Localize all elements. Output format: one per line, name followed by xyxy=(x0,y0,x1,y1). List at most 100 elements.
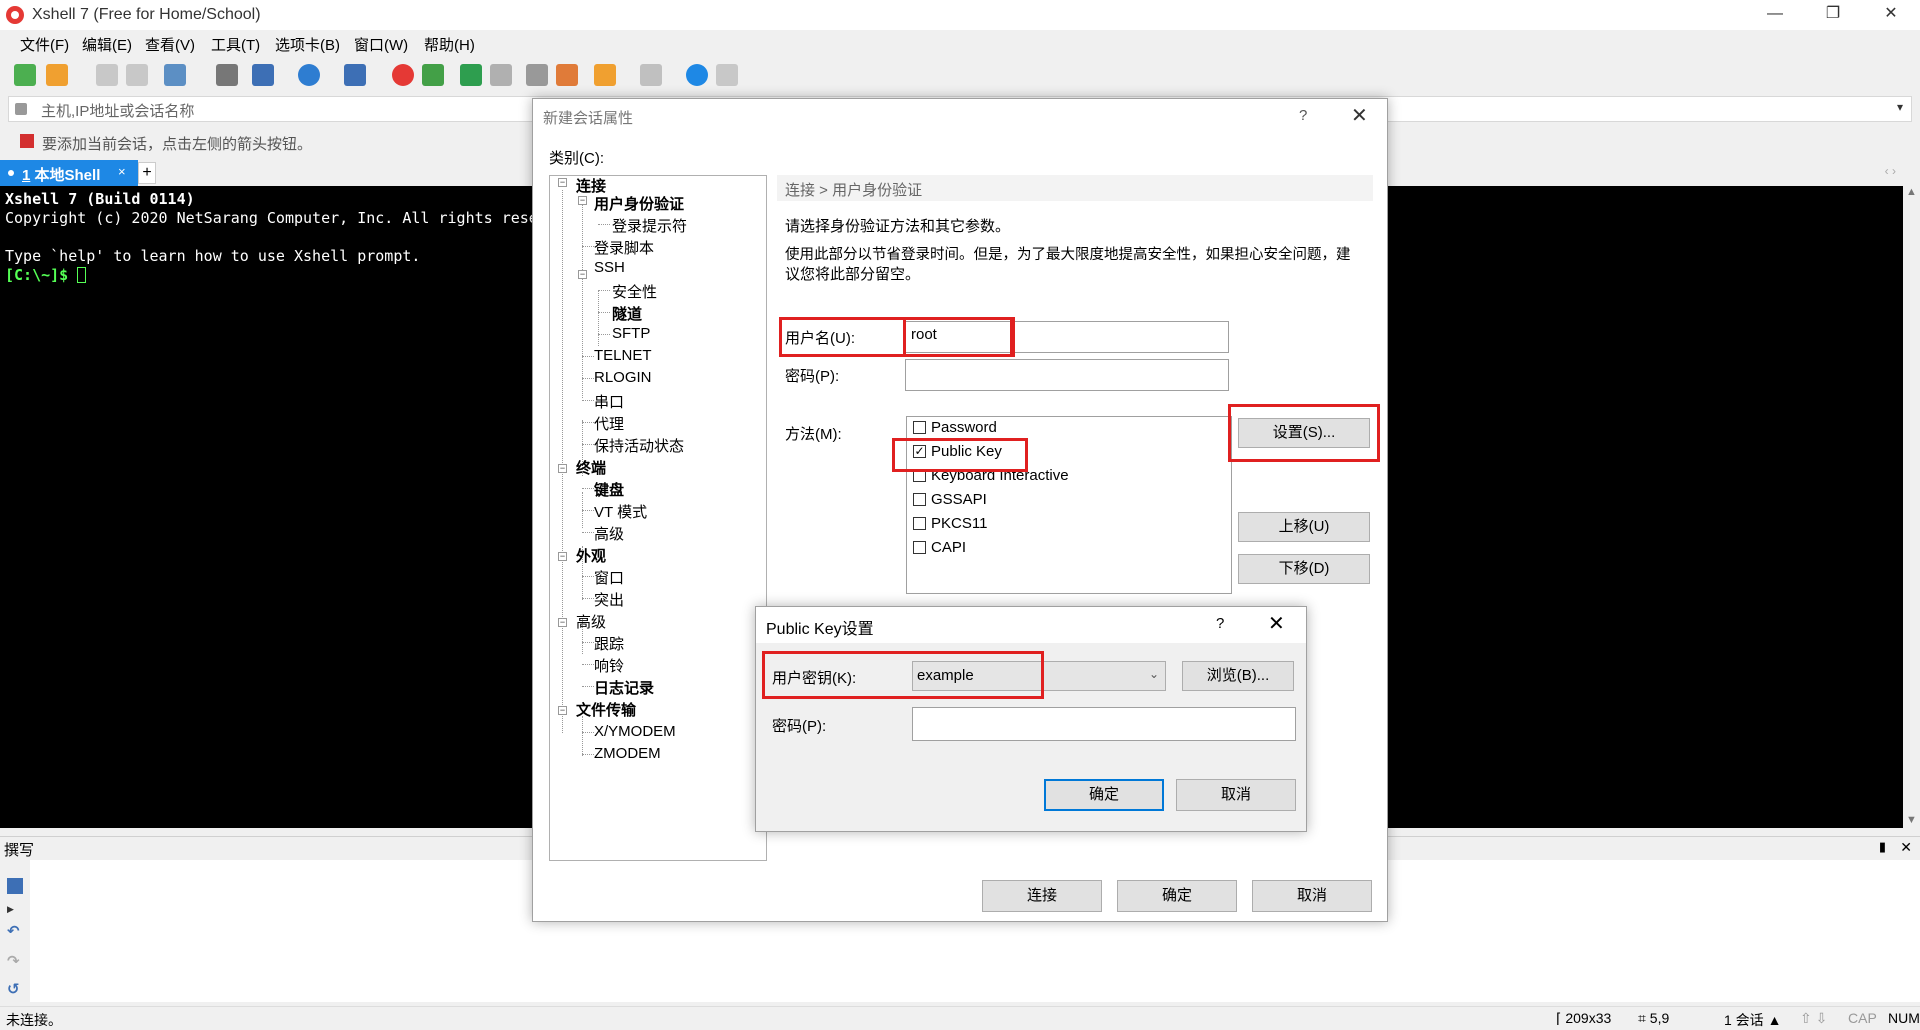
xftp-icon[interactable] xyxy=(422,64,444,86)
menu-edit[interactable]: 编辑(E) xyxy=(82,34,132,55)
open-folder-icon[interactable] xyxy=(46,64,68,86)
tree-item-telnet[interactable]: TELNET xyxy=(594,347,652,364)
tree-item-window[interactable]: 窗口 xyxy=(594,567,624,588)
menu-tabs[interactable]: 选项卡(B) xyxy=(275,34,340,55)
move-down-button[interactable]: 下移(D) xyxy=(1238,554,1370,584)
method-pkcs11[interactable]: PKCS11 xyxy=(931,515,987,532)
checkbox-password[interactable] xyxy=(913,421,926,434)
tab-nav-arrows[interactable]: ‹ › xyxy=(1885,164,1896,178)
tree-item-login-prompt[interactable]: 登录提示符 xyxy=(612,215,687,236)
tree-item-serial[interactable]: 串口 xyxy=(594,391,624,412)
fullscreen-icon[interactable] xyxy=(460,64,482,86)
xshell-icon[interactable] xyxy=(392,64,414,86)
lock-icon[interactable] xyxy=(490,64,512,86)
dialog-close-button[interactable]: ✕ xyxy=(1351,103,1368,128)
connect-button[interactable]: 连接 xyxy=(982,880,1102,912)
checkbox-capi[interactable] xyxy=(913,541,926,554)
tree-collapse-icon[interactable]: − xyxy=(558,618,567,627)
tree-collapse-icon[interactable]: − xyxy=(578,270,587,279)
redo-icon[interactable]: ↷ xyxy=(7,952,23,970)
pin-icon[interactable]: ▮ xyxy=(1879,839,1886,855)
help-icon[interactable] xyxy=(686,64,708,86)
tree-item-tunnel[interactable]: 隧道 xyxy=(612,303,642,324)
tree-collapse-icon[interactable]: − xyxy=(558,464,567,473)
tree-item-keepalive[interactable]: 保持活动状态 xyxy=(594,435,684,456)
tree-item-login-script[interactable]: 登录脚本 xyxy=(594,237,654,258)
add-tab-button[interactable]: + xyxy=(138,162,156,184)
public-key-close-button[interactable]: ✕ xyxy=(1268,611,1285,636)
dialog-help-button[interactable]: ? xyxy=(1299,107,1307,124)
category-tree[interactable]: − 连接 − 用户身份验证 登录提示符 登录脚本 − SSH 安全性 隧道 SF… xyxy=(549,175,767,861)
tree-item-ssh[interactable]: SSH xyxy=(594,259,625,276)
tree-item-xymodem[interactable]: X/YMODEM xyxy=(594,723,676,740)
add-folder-icon[interactable] xyxy=(594,64,616,86)
method-gssapi[interactable]: GSSAPI xyxy=(931,491,987,508)
ok-button[interactable]: 确定 xyxy=(1117,880,1237,912)
cancel-button[interactable]: 取消 xyxy=(1252,880,1372,912)
menu-view[interactable]: 查看(V) xyxy=(145,34,195,55)
tree-item-vt-mode[interactable]: VT 模式 xyxy=(594,501,647,522)
public-key-help-button[interactable]: ? xyxy=(1216,615,1224,632)
tree-item-trace[interactable]: 跟踪 xyxy=(594,633,624,654)
tile-icon[interactable] xyxy=(640,64,662,86)
compose-close-icon[interactable]: ✕ xyxy=(1900,839,1912,856)
undo-icon[interactable]: ↶ xyxy=(7,922,23,940)
connect-icon[interactable] xyxy=(96,64,118,86)
bookmark-icon[interactable] xyxy=(20,134,34,148)
tree-item-logging[interactable]: 日志记录 xyxy=(594,677,654,698)
menu-window[interactable]: 窗口(W) xyxy=(354,34,408,55)
font-icon[interactable] xyxy=(344,64,366,86)
password-field[interactable] xyxy=(905,359,1229,391)
scroll-arrows[interactable]: ⇧ ⇩ xyxy=(1800,1010,1827,1027)
disconnect-icon[interactable] xyxy=(126,64,148,86)
chevron-down-icon[interactable]: ▾ xyxy=(1897,100,1903,114)
checkbox-gssapi[interactable] xyxy=(913,493,926,506)
tab-close-icon[interactable]: × xyxy=(118,164,126,179)
method-capi[interactable]: CAPI xyxy=(931,539,966,556)
scroll-down-icon[interactable]: ▼ xyxy=(1906,814,1917,826)
tree-item-terminal[interactable]: 终端 xyxy=(576,457,606,478)
keyboard-icon[interactable] xyxy=(526,64,548,86)
restore-button[interactable]: ❐ xyxy=(1810,0,1856,30)
tree-collapse-icon[interactable]: − xyxy=(558,706,567,715)
new-tab-icon[interactable] xyxy=(164,64,186,86)
compose-expand-icon[interactable]: ▶ xyxy=(7,904,23,920)
pk-cancel-button[interactable]: 取消 xyxy=(1176,779,1296,811)
tree-collapse-icon[interactable]: − xyxy=(558,552,567,561)
tree-item-bell[interactable]: 响铃 xyxy=(594,655,624,676)
move-up-button[interactable]: 上移(U) xyxy=(1238,512,1370,542)
chat-icon[interactable] xyxy=(716,64,738,86)
browse-button[interactable]: 浏览(B)... xyxy=(1182,661,1294,691)
checkbox-pkcs11[interactable] xyxy=(913,517,926,530)
close-window-button[interactable]: ✕ xyxy=(1868,0,1914,30)
tree-item-keyboard[interactable]: 键盘 xyxy=(594,479,624,500)
passphrase-field[interactable] xyxy=(912,707,1296,741)
tree-item-appearance[interactable]: 外观 xyxy=(576,545,606,566)
new-session-icon[interactable] xyxy=(14,64,36,86)
tab-local-shell[interactable]: 1 本地Shell × xyxy=(0,160,138,186)
tree-item-zmodem[interactable]: ZMODEM xyxy=(594,745,661,762)
minimize-button[interactable]: — xyxy=(1752,0,1798,30)
tree-item-sftp[interactable]: SFTP xyxy=(612,325,650,342)
tree-item-rlogin[interactable]: RLOGIN xyxy=(594,369,652,386)
highlighter-icon[interactable] xyxy=(556,64,578,86)
tree-item-user-auth[interactable]: 用户身份验证 xyxy=(594,193,684,214)
tree-item-terminal-advanced[interactable]: 高级 xyxy=(594,523,624,544)
pk-ok-button[interactable]: 确定 xyxy=(1044,779,1164,811)
menu-tools[interactable]: 工具(T) xyxy=(211,34,260,55)
globe-icon[interactable] xyxy=(298,64,320,86)
history-icon[interactable]: ↺ xyxy=(7,980,23,998)
tree-item-advanced[interactable]: 高级 xyxy=(576,611,606,632)
tree-item-security[interactable]: 安全性 xyxy=(612,281,657,302)
menu-file[interactable]: 文件(F) xyxy=(20,34,69,55)
tree-item-file-transfer[interactable]: 文件传输 xyxy=(576,699,636,720)
menu-help[interactable]: 帮助(H) xyxy=(424,34,475,55)
tree-item-highlight[interactable]: 突出 xyxy=(594,589,624,610)
terminal-scrollbar[interactable]: ▲ ▼ xyxy=(1903,186,1920,828)
layout-icon[interactable] xyxy=(252,64,274,86)
tree-collapse-icon[interactable]: − xyxy=(578,196,587,205)
tree-collapse-icon[interactable]: − xyxy=(558,178,567,187)
compose-terminal-icon[interactable] xyxy=(7,878,23,894)
scroll-up-icon[interactable]: ▲ xyxy=(1906,186,1917,198)
tree-item-proxy[interactable]: 代理 xyxy=(594,413,624,434)
